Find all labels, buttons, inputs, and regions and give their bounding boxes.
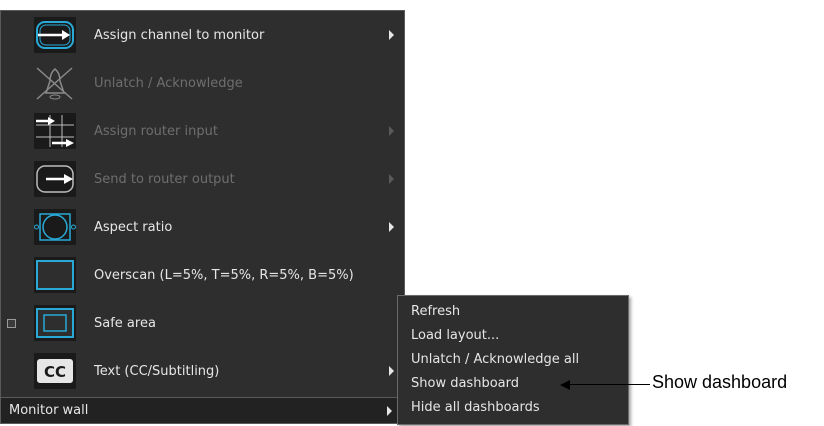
menu-item-unlatch[interactable]: Unlatch / Acknowledge xyxy=(1,59,404,107)
menu-item-label: Assign router input xyxy=(94,123,218,139)
callout-label: Show dashboard xyxy=(652,372,788,392)
router-input-icon xyxy=(34,113,76,149)
cc-icon: CC xyxy=(34,353,76,389)
menu-item-monitor-wall[interactable]: Monitor wall xyxy=(1,397,404,423)
unlatch-icon xyxy=(36,67,73,100)
menu-item-safe-area[interactable]: Safe area xyxy=(1,299,404,347)
router-output-icon xyxy=(34,161,76,197)
menu-item-label: Assign channel to monitor xyxy=(94,27,265,43)
menu-item-text-cc[interactable]: CC Text (CC/Subtitling) xyxy=(1,347,404,395)
safe-area-checkbox[interactable] xyxy=(7,318,16,328)
menu-item-overscan[interactable]: Overscan (L=5%, T=5%, R=5%, B=5%) xyxy=(1,251,404,299)
safe-area-icon xyxy=(34,305,76,341)
menu-item-assign-channel[interactable]: Assign channel to monitor xyxy=(1,11,404,59)
overscan-icon xyxy=(34,257,76,293)
menu-item-label: Unlatch / Acknowledge xyxy=(94,75,243,91)
menu-item-send-router-output[interactable]: Send to router output xyxy=(1,155,404,203)
menu-item-label: Text (CC/Subtitling) xyxy=(94,363,220,379)
menu-item-assign-router-input[interactable]: Assign router input xyxy=(1,107,404,155)
menu-item-aspect-ratio[interactable]: Aspect ratio xyxy=(1,203,404,251)
submenu-item-hide-all-dashboards[interactable]: Hide all dashboards xyxy=(411,400,540,415)
submenu-arrow-icon xyxy=(389,30,394,40)
submenu-arrow-icon xyxy=(389,174,394,184)
callout-line xyxy=(566,384,650,385)
submenu-item-refresh[interactable]: Refresh xyxy=(411,304,460,319)
submenu-item-load-layout[interactable]: Load layout... xyxy=(411,328,499,343)
submenu-arrow-icon xyxy=(389,126,394,136)
submenu-arrow-icon xyxy=(389,222,394,232)
monitor-wall-submenu: Refresh Load layout... Unlatch / Acknowl… xyxy=(397,295,629,425)
cc-icon-text: CC xyxy=(44,363,66,381)
submenu-arrow-icon xyxy=(389,366,394,376)
menu-item-label: Monitor wall xyxy=(9,403,89,418)
submenu-item-show-dashboard[interactable]: Show dashboard xyxy=(411,376,519,391)
assign-channel-icon xyxy=(34,17,76,53)
menu-item-label: Send to router output xyxy=(94,171,235,187)
menu-item-label: Overscan (L=5%, T=5%, R=5%, B=5%) xyxy=(94,267,354,283)
aspect-ratio-icon xyxy=(34,209,76,245)
menu-item-label: Aspect ratio xyxy=(94,219,173,235)
menu-item-label: Safe area xyxy=(94,315,156,331)
submenu-item-unlatch-all[interactable]: Unlatch / Acknowledge all xyxy=(411,352,579,367)
context-menu: Assign channel to monitor Unlatch / Ackn… xyxy=(0,10,405,424)
callout-arrow-icon xyxy=(560,380,570,390)
submenu-arrow-icon xyxy=(387,406,392,416)
